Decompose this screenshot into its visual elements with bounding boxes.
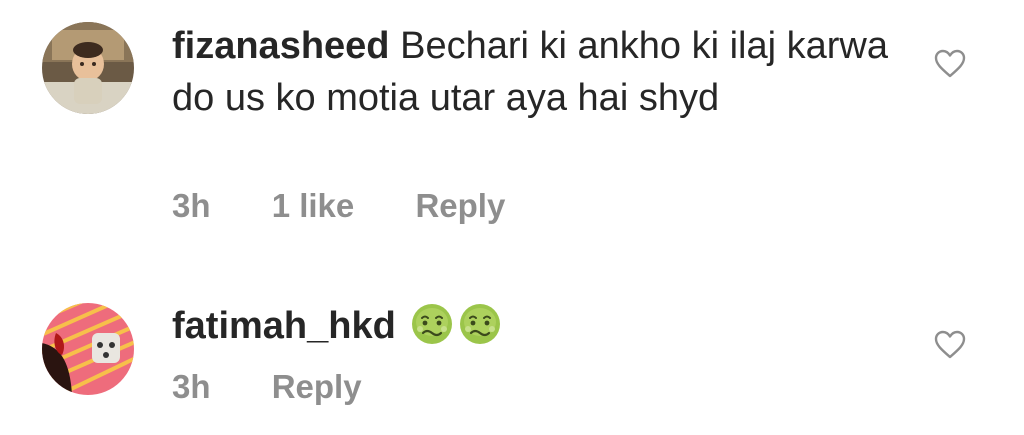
reply-button[interactable]: Reply bbox=[272, 368, 362, 406]
comment-timestamp: 3h bbox=[172, 368, 211, 405]
nauseated-face-emoji bbox=[410, 302, 454, 346]
comment-like-count[interactable]: 1 like bbox=[272, 187, 355, 225]
comment-timestamp: 3h bbox=[172, 187, 211, 224]
avatar[interactable] bbox=[42, 22, 134, 114]
comment-item: fizanasheed Bechari ki ankho ki ilaj kar… bbox=[0, 0, 1024, 240]
comment-item: fatimah_hkd 3h Reply bbox=[0, 240, 1024, 435]
comment-meta: 3h 1 like Reply bbox=[172, 187, 557, 225]
comment-username[interactable]: fatimah_hkd bbox=[172, 305, 396, 347]
comment-username[interactable]: fizanasheed bbox=[172, 25, 390, 67]
comment-body: fizanasheed Bechari ki ankho ki ilaj kar… bbox=[172, 20, 892, 124]
heart-outline-icon[interactable] bbox=[934, 49, 966, 79]
striped-fabric-photo-avatar bbox=[42, 303, 134, 395]
reply-button[interactable]: Reply bbox=[415, 187, 505, 225]
heart-outline-icon[interactable] bbox=[934, 330, 966, 360]
child-photo-avatar bbox=[42, 22, 134, 114]
avatar[interactable] bbox=[42, 303, 134, 395]
nauseated-face-emoji bbox=[458, 302, 502, 346]
comment-meta: 3h Reply bbox=[172, 368, 414, 406]
comment-body: fatimah_hkd bbox=[172, 300, 892, 352]
